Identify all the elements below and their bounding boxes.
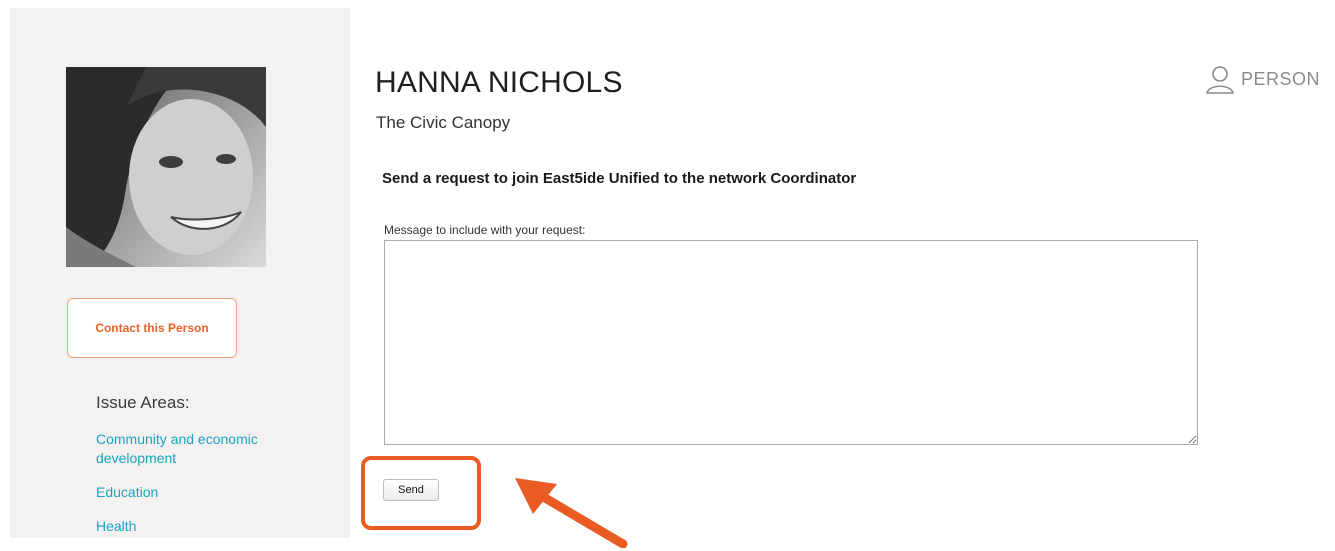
message-label: Message to include with your request: <box>384 223 586 237</box>
issue-link-health[interactable]: Health <box>96 517 326 536</box>
avatar <box>66 67 266 267</box>
issue-areas-title: Issue Areas: <box>96 393 190 412</box>
contact-person-button[interactable]: Contact this Person <box>67 298 237 358</box>
profile-type-badge: PERSON <box>1205 64 1320 94</box>
profile-type-label: PERSON <box>1240 68 1320 89</box>
avatar-photo <box>66 67 266 267</box>
organization-name: The Civic Canopy <box>376 113 511 132</box>
issue-link-education[interactable]: Education <box>96 483 326 502</box>
issue-areas-list: Community and economic development Educa… <box>96 430 326 551</box>
arrow-up-left-icon <box>515 478 628 548</box>
page-title: HANNA NICHOLS <box>375 66 623 99</box>
send-highlight-box <box>361 456 481 530</box>
person-outline-icon <box>1205 66 1234 94</box>
message-textarea[interactable] <box>384 240 1198 445</box>
request-heading: Send a request to join East5ide Unified … <box>382 170 857 187</box>
issue-link-community[interactable]: Community and economic development <box>96 430 326 468</box>
